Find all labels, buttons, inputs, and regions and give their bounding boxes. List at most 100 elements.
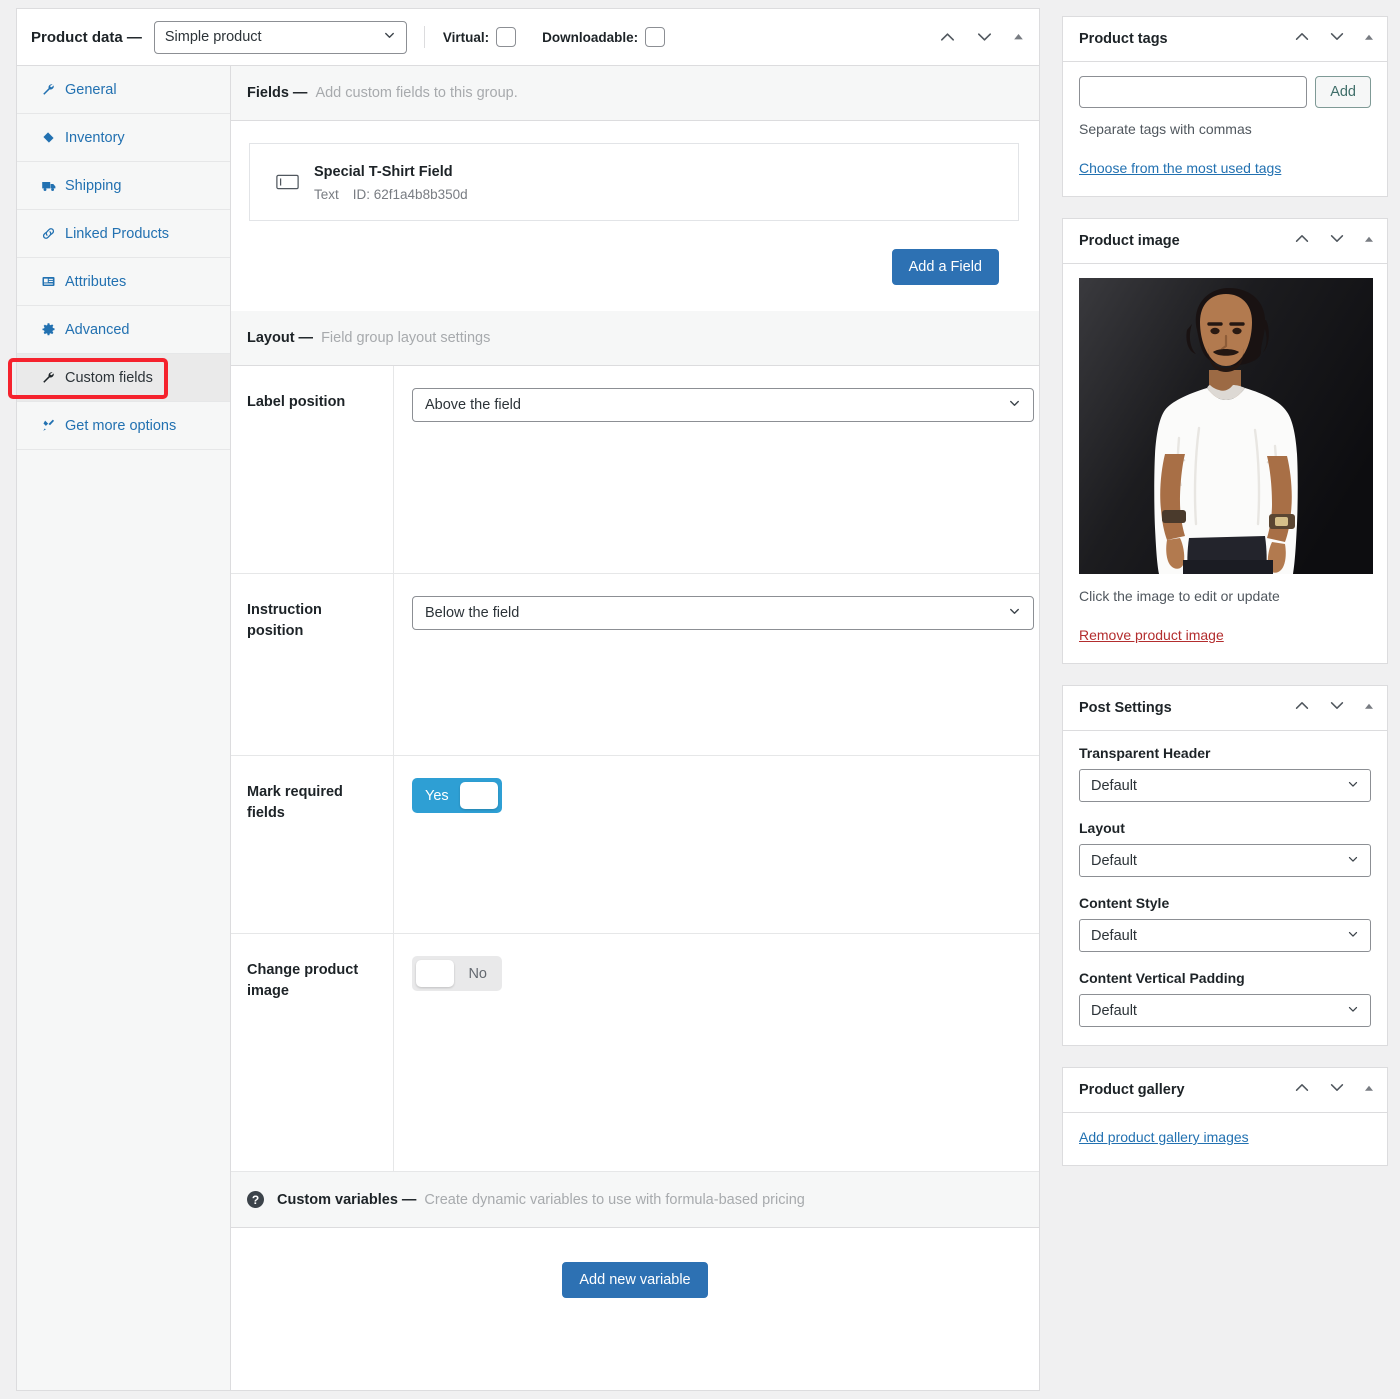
product-data-tabs: General Inventory Shipping Linked Produc… <box>17 66 231 1390</box>
panel-controls <box>1293 697 1375 720</box>
admin-page: Product data — Simple product Virtual: D… <box>0 0 1400 1399</box>
product-gallery-header: Product gallery <box>1063 1068 1387 1113</box>
question-mark-icon[interactable]: ? <box>247 1191 264 1208</box>
setting-label: Layout <box>1079 820 1125 836</box>
field-meta: Text ID: 62f1a4b8b350d <box>314 187 468 202</box>
add-new-variable-button[interactable]: Add new variable <box>562 1262 708 1298</box>
setting-row-instruction-position: Instruction position Below the field <box>231 574 1039 756</box>
setting-label: Label position <box>231 366 394 573</box>
product-image-thumbnail[interactable] <box>1079 278 1373 574</box>
virtual-checkbox[interactable] <box>496 27 517 47</box>
move-up-icon[interactable] <box>1293 1079 1311 1102</box>
setting-content-vertical-padding: Content Vertical Padding Default <box>1079 970 1371 1027</box>
gear-icon <box>41 322 63 337</box>
product-image-panel: Product image Click the image to edit or… <box>1062 218 1388 664</box>
list-item[interactable]: Special T-Shirt Field Text ID: 62f1a4b8b… <box>249 143 1019 221</box>
move-down-icon[interactable] <box>975 28 994 47</box>
select-value: Default <box>1091 852 1137 869</box>
select-value: Default <box>1091 777 1137 794</box>
sidebar-item-label: Attributes <box>65 273 127 290</box>
downloadable-checkbox[interactable] <box>645 27 666 47</box>
sidebar-item-inventory[interactable]: Inventory <box>17 114 230 162</box>
add-field-button[interactable]: Add a Field <box>891 249 999 285</box>
select-value: Default <box>1091 927 1137 944</box>
mark-required-fields-toggle[interactable]: Yes <box>412 778 502 813</box>
virtual-checkbox-group[interactable]: Virtual: <box>443 27 517 47</box>
sidebar-item-shipping[interactable]: Shipping <box>17 162 230 210</box>
remove-product-image-link[interactable]: Remove product image <box>1079 627 1224 643</box>
toggle-value: No <box>468 965 487 982</box>
chevron-down-icon <box>382 28 397 47</box>
custom-variables-description: Create dynamic variables to use with for… <box>424 1191 805 1208</box>
setting-label: Content Style <box>1079 895 1170 911</box>
setting-content-style: Content Style Default <box>1079 895 1371 952</box>
metabox-order-controls <box>938 28 1025 47</box>
move-down-icon[interactable] <box>1328 230 1346 253</box>
sidebar-item-attributes[interactable]: Attributes <box>17 258 230 306</box>
panel-title: Product tags <box>1079 31 1168 47</box>
product-type-value: Simple product <box>164 29 262 45</box>
move-down-icon[interactable] <box>1328 1079 1346 1102</box>
product-type-select[interactable]: Simple product <box>153 20 407 54</box>
content-style-select[interactable]: Default <box>1079 919 1371 952</box>
truck-icon <box>41 178 63 194</box>
sidebar-item-linked-products[interactable]: Linked Products <box>17 210 230 258</box>
downloadable-label: Downloadable: <box>542 29 639 45</box>
sidebar-item-custom-fields[interactable]: Custom fields <box>17 354 230 402</box>
move-up-icon[interactable] <box>1293 28 1311 51</box>
instruction-position-select[interactable]: Below the field <box>412 596 1034 630</box>
header-divider <box>423 26 425 48</box>
setting-layout: Layout Default <box>1079 820 1371 877</box>
sidebar-item-label: Custom fields <box>65 369 153 386</box>
sidebar-item-advanced[interactable]: Advanced <box>17 306 230 354</box>
move-up-icon[interactable] <box>938 28 957 47</box>
product-image-header: Product image <box>1063 219 1387 264</box>
content-vertical-padding-select[interactable]: Default <box>1079 994 1371 1027</box>
label-position-select[interactable]: Above the field <box>412 388 1034 422</box>
chevron-down-icon <box>1346 927 1360 945</box>
product-data-metabox: Product data — Simple product Virtual: D… <box>8 8 1040 1391</box>
toggle-panel-icon[interactable] <box>1363 30 1375 48</box>
toggle-panel-icon[interactable] <box>1363 232 1375 250</box>
sidebar-item-general[interactable]: General <box>17 66 230 114</box>
change-product-image-toggle[interactable]: No <box>412 956 502 991</box>
product-image-caption: Click the image to edit or update <box>1079 588 1280 604</box>
add-gallery-images-link[interactable]: Add product gallery images <box>1079 1129 1249 1145</box>
fields-section-header: Fields — Add custom fields to this group… <box>231 66 1039 121</box>
text-field-icon <box>268 174 314 190</box>
product-tags-input[interactable] <box>1079 76 1308 108</box>
downloadable-checkbox-group[interactable]: Downloadable: <box>542 27 666 47</box>
sidebar-item-get-more-options[interactable]: Get more options <box>17 402 230 450</box>
page-title: Product data — <box>31 28 142 46</box>
chevron-down-icon <box>1007 604 1022 623</box>
fields-section-heading: Fields — <box>247 85 308 101</box>
move-up-icon[interactable] <box>1293 697 1311 720</box>
move-down-icon[interactable] <box>1328 28 1346 51</box>
sidebar-item-label: Inventory <box>65 129 125 146</box>
most-used-tags-link[interactable]: Choose from the most used tags <box>1079 160 1281 176</box>
move-down-icon[interactable] <box>1328 697 1346 720</box>
plugin-icon <box>41 418 63 433</box>
panel-controls <box>1293 28 1375 51</box>
setting-transparent-header: Transparent Header Default <box>1079 745 1371 802</box>
wrench-icon <box>41 82 63 97</box>
move-up-icon[interactable] <box>1293 230 1311 253</box>
sidebar-item-label: Advanced <box>65 321 130 338</box>
transparent-header-select[interactable]: Default <box>1079 769 1371 802</box>
toggle-panel-icon[interactable] <box>1012 31 1025 44</box>
product-gallery-panel: Product gallery Add product gallery imag… <box>1062 1067 1388 1166</box>
product-data-body: General Inventory Shipping Linked Produc… <box>17 66 1039 1390</box>
layout-section-header: Layout — Field group layout settings <box>231 311 1039 366</box>
select-value: Default <box>1091 1002 1137 1019</box>
label-position-value: Above the field <box>425 397 521 413</box>
toggle-panel-icon[interactable] <box>1363 1081 1375 1099</box>
setting-control: Above the field <box>394 366 1052 573</box>
layout-select[interactable]: Default <box>1079 844 1371 877</box>
panel-title: Product image <box>1079 233 1180 249</box>
fields-list: Special T-Shirt Field Text ID: 62f1a4b8b… <box>231 121 1039 311</box>
toggle-panel-icon[interactable] <box>1363 699 1375 717</box>
panel-title: Product gallery <box>1079 1082 1185 1098</box>
add-tag-button[interactable]: Add <box>1315 76 1371 108</box>
instruction-position-value: Below the field <box>425 605 520 621</box>
toggle-knob <box>460 782 498 809</box>
